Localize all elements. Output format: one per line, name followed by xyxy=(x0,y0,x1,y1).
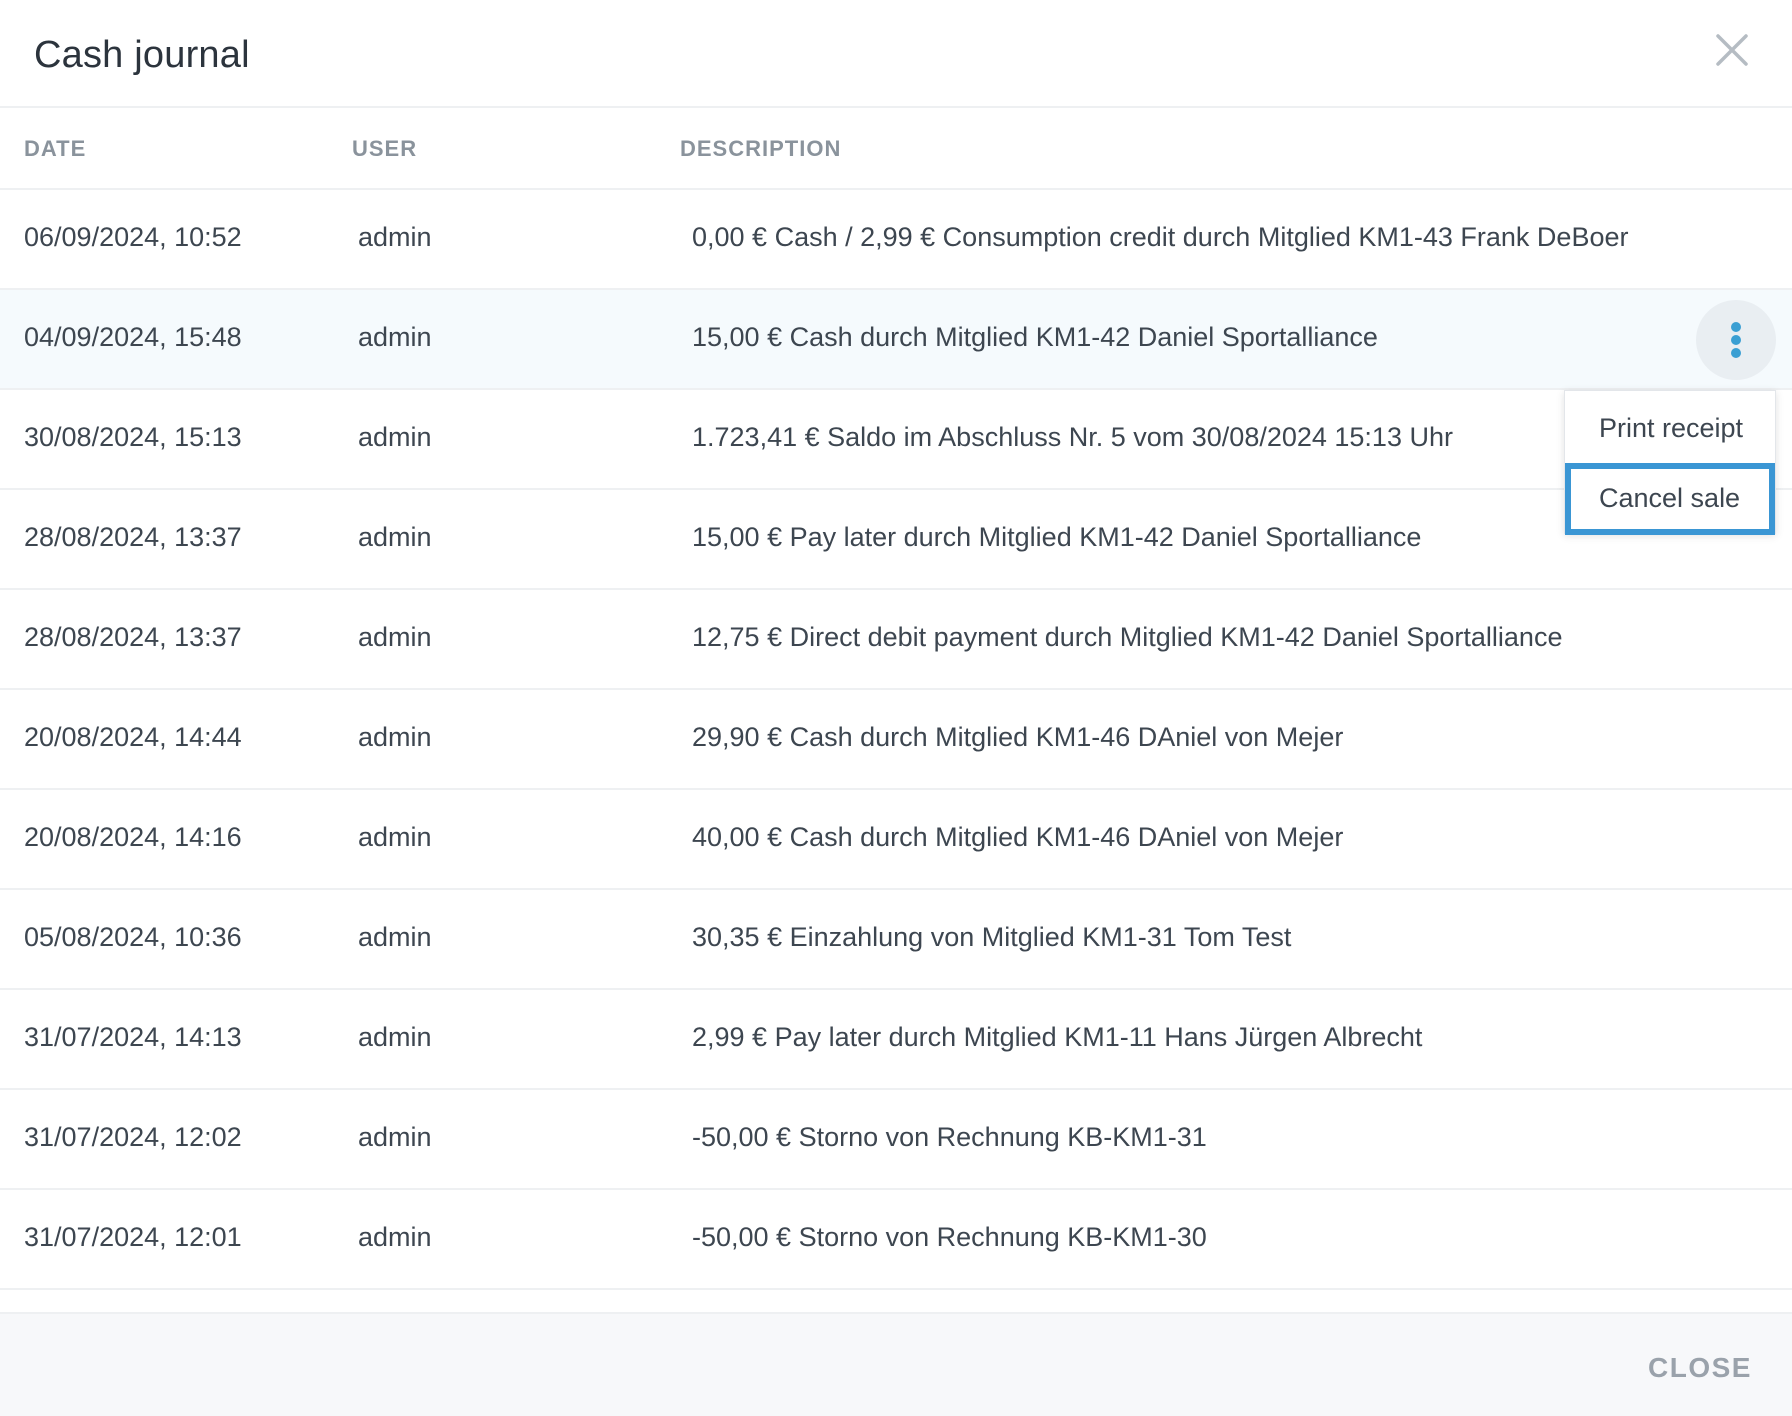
row-description: 29,90 € Cash durch Mitglied KM1-46 DAnie… xyxy=(692,722,1344,752)
close-button[interactable]: CLOSE xyxy=(1648,1352,1752,1384)
table-row[interactable]: 31/07/2024, 12:02 admin -50,00 € Storno … xyxy=(0,1090,1792,1190)
column-header-user[interactable]: USER xyxy=(352,136,417,162)
row-user: admin xyxy=(358,1122,432,1152)
row-description: 40,00 € Cash durch Mitglied KM1-46 DAnie… xyxy=(692,822,1344,852)
row-description: 0,00 € Cash / 2,99 € Consumption credit … xyxy=(692,222,1629,252)
table-row[interactable]: 20/08/2024, 14:44 admin 29,90 € Cash dur… xyxy=(0,690,1792,790)
row-context-menu: Print receipt Cancel sale xyxy=(1564,390,1776,535)
more-vertical-icon[interactable] xyxy=(1696,300,1776,380)
row-date: 05/08/2024, 10:36 xyxy=(24,922,242,952)
cancel-sale-menu-item[interactable]: Cancel sale xyxy=(1565,463,1775,535)
journal-table-body: 06/09/2024, 10:52 admin 0,00 € Cash / 2,… xyxy=(0,190,1792,1290)
row-description: 15,00 € Cash durch Mitglied KM1-42 Danie… xyxy=(692,322,1378,352)
row-user: admin xyxy=(358,822,432,852)
table-row[interactable]: 31/07/2024, 12:01 admin -50,00 € Storno … xyxy=(0,1190,1792,1290)
table-row[interactable]: 05/08/2024, 10:36 admin 30,35 € Einzahlu… xyxy=(0,890,1792,990)
row-user: admin xyxy=(358,922,432,952)
row-user: admin xyxy=(358,1222,432,1252)
print-receipt-menu-item[interactable]: Print receipt xyxy=(1565,393,1775,463)
dialog-title: Cash journal xyxy=(34,34,250,76)
row-date: 04/09/2024, 15:48 xyxy=(24,322,242,352)
row-user: admin xyxy=(358,222,432,252)
table-row[interactable]: 04/09/2024, 15:48 admin 15,00 € Cash dur… xyxy=(0,290,1792,390)
row-date: 20/08/2024, 14:44 xyxy=(24,722,242,752)
row-description: 12,75 € Direct debit payment durch Mitgl… xyxy=(692,622,1563,652)
table-row[interactable]: 31/07/2024, 14:13 admin 2,99 € Pay later… xyxy=(0,990,1792,1090)
row-description: -50,00 € Storno von Rechnung KB-KM1-30 xyxy=(692,1222,1207,1252)
table-row[interactable]: 30/08/2024, 15:13 admin 1.723,41 € Saldo… xyxy=(0,390,1792,490)
row-date: 31/07/2024, 12:02 xyxy=(24,1122,242,1152)
row-user: admin xyxy=(358,522,432,552)
row-date: 30/08/2024, 15:13 xyxy=(24,422,242,452)
close-icon[interactable] xyxy=(1712,30,1752,70)
row-description: -50,00 € Storno von Rechnung KB-KM1-31 xyxy=(692,1122,1207,1152)
row-description: 1.723,41 € Saldo im Abschluss Nr. 5 vom … xyxy=(692,422,1453,452)
column-header-date[interactable]: DATE xyxy=(24,136,86,162)
row-description: 15,00 € Pay later durch Mitglied KM1-42 … xyxy=(692,522,1422,552)
table-row[interactable]: 20/08/2024, 14:16 admin 40,00 € Cash dur… xyxy=(0,790,1792,890)
row-date: 28/08/2024, 13:37 xyxy=(24,522,242,552)
row-user: admin xyxy=(358,622,432,652)
dialog-header: Cash journal xyxy=(0,0,1792,108)
row-description: 2,99 € Pay later durch Mitglied KM1-11 H… xyxy=(692,1022,1423,1052)
cash-journal-dialog: Cash journal DATE USER DESCRIPTION 06/09… xyxy=(0,0,1792,1416)
row-date: 31/07/2024, 14:13 xyxy=(24,1022,242,1052)
dialog-footer: CLOSE xyxy=(0,1312,1792,1416)
row-date: 28/08/2024, 13:37 xyxy=(24,622,242,652)
row-description: 30,35 € Einzahlung von Mitglied KM1-31 T… xyxy=(692,922,1292,952)
row-date: 20/08/2024, 14:16 xyxy=(24,822,242,852)
table-header: DATE USER DESCRIPTION xyxy=(0,108,1792,190)
row-date: 06/09/2024, 10:52 xyxy=(24,222,242,252)
table-row[interactable]: 28/08/2024, 13:37 admin 15,00 € Pay late… xyxy=(0,490,1792,590)
row-user: admin xyxy=(358,422,432,452)
row-date: 31/07/2024, 12:01 xyxy=(24,1222,242,1252)
row-user: admin xyxy=(358,1022,432,1052)
table-row[interactable]: 06/09/2024, 10:52 admin 0,00 € Cash / 2,… xyxy=(0,190,1792,290)
column-header-description[interactable]: DESCRIPTION xyxy=(680,136,841,162)
table-row[interactable]: 28/08/2024, 13:37 admin 12,75 € Direct d… xyxy=(0,590,1792,690)
row-user: admin xyxy=(358,722,432,752)
row-user: admin xyxy=(358,322,432,352)
